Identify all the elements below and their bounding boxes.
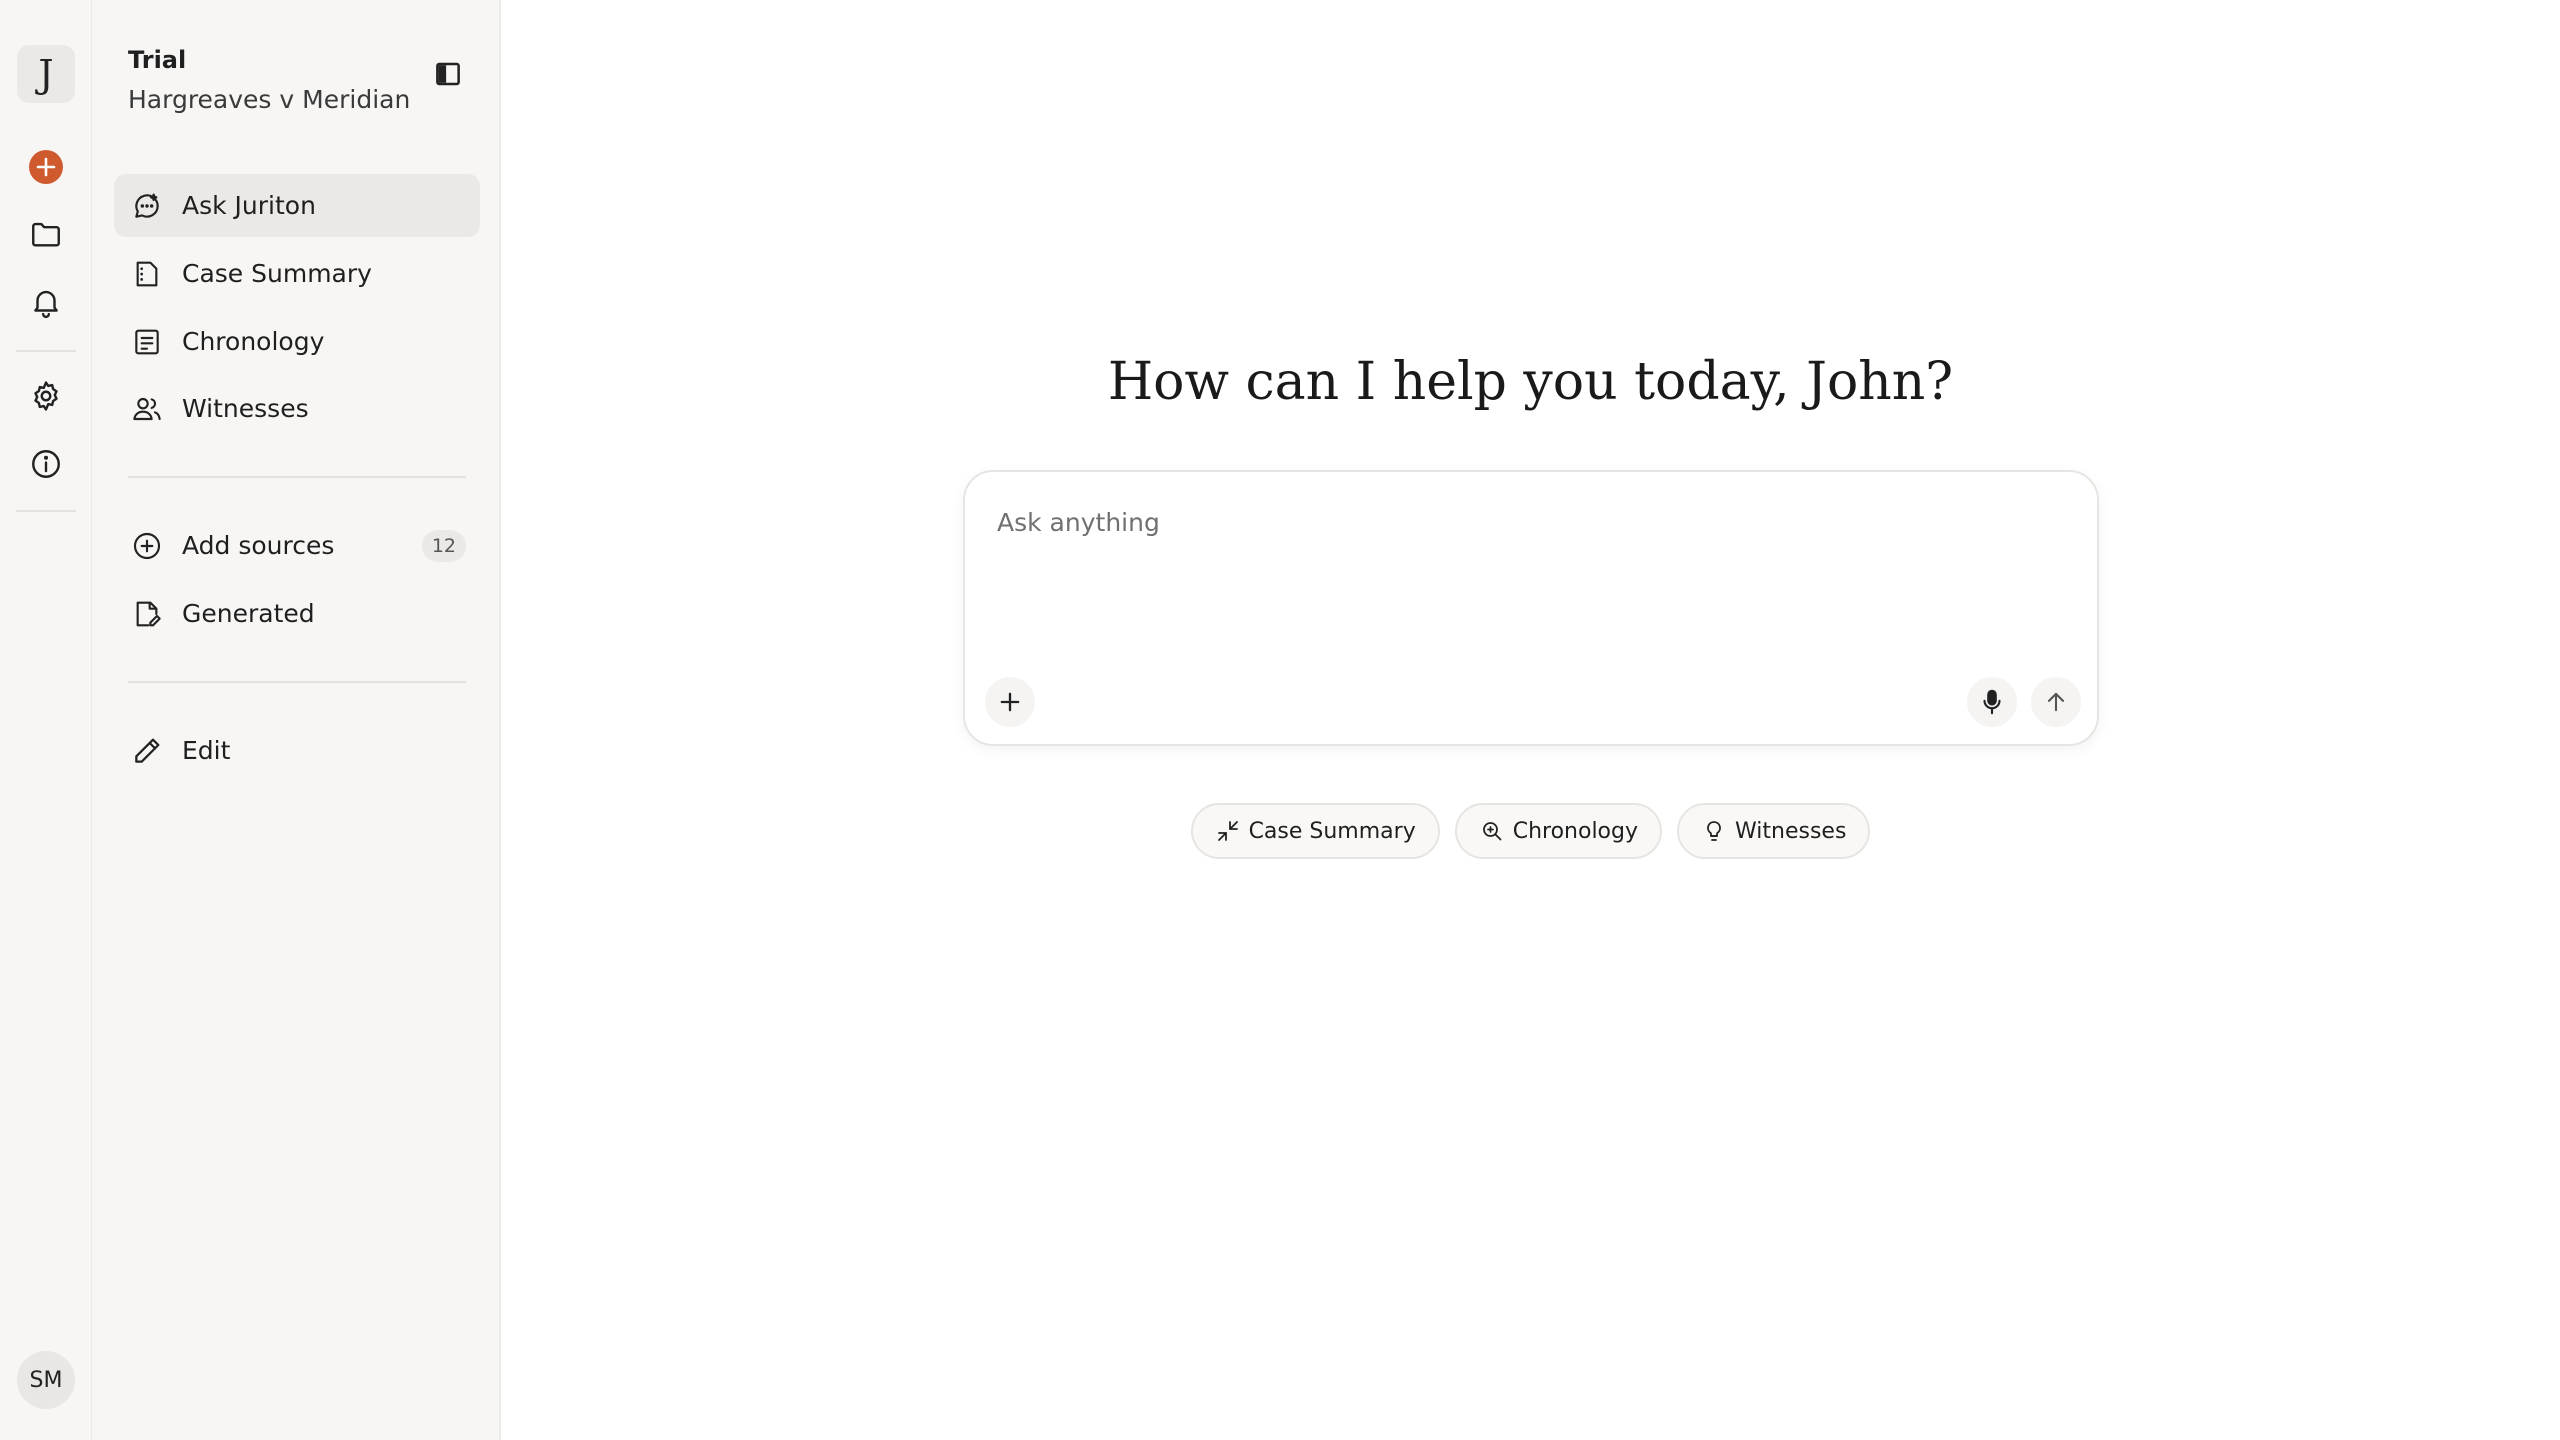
compress-icon <box>1215 818 1241 844</box>
attach-button[interactable] <box>985 677 1035 727</box>
nav-item-case-summary[interactable]: Case Summary <box>114 242 480 305</box>
document-icon <box>130 257 164 291</box>
user-avatar[interactable]: SM <box>17 1351 75 1409</box>
voice-input-button[interactable] <box>1967 677 2017 727</box>
project-name: Hargreaves v Meridian <box>128 85 411 114</box>
chat-icon <box>130 189 164 223</box>
settings-button[interactable] <box>22 372 70 420</box>
chip-label: Witnesses <box>1735 818 1847 844</box>
nav-item-label: Witnesses <box>182 394 309 423</box>
project-type-label: Trial <box>128 46 187 74</box>
folder-icon <box>29 217 63 251</box>
chat-input[interactable] <box>997 508 2057 638</box>
rail-divider <box>16 510 76 512</box>
icon-rail: J SM <box>0 0 92 1440</box>
panel-divider <box>128 476 466 478</box>
nav-item-label: Case Summary <box>182 259 372 288</box>
rail-divider <box>16 350 76 352</box>
nav-item-label: Generated <box>182 599 315 628</box>
gear-icon <box>29 379 63 413</box>
bell-icon <box>29 285 63 319</box>
chip-label: Chronology <box>1512 818 1639 844</box>
info-button[interactable] <box>22 440 70 488</box>
project-panel: Trial Hargreaves v Meridian Ask Juriton … <box>92 0 501 1440</box>
arrow-up-icon <box>2042 688 2070 716</box>
new-chat-button[interactable] <box>22 143 70 191</box>
nav-item-generated[interactable]: Generated <box>114 582 480 645</box>
chip-label: Case Summary <box>1248 818 1416 844</box>
nav-item-label: Chronology <box>182 327 325 356</box>
chip-case-summary[interactable]: Case Summary <box>1190 803 1440 859</box>
nav-item-ask-juriton[interactable]: Ask Juriton <box>114 174 480 237</box>
plus-icon <box>996 688 1024 716</box>
chat-composer <box>963 470 2099 746</box>
users-icon <box>130 392 164 426</box>
plus-icon <box>28 149 64 185</box>
avatar-initials: SM <box>29 1367 63 1393</box>
info-icon <box>29 447 63 481</box>
panel-divider <box>128 681 466 683</box>
list-icon <box>130 325 164 359</box>
file-edit-icon <box>130 597 164 631</box>
plus-circle-icon <box>130 529 164 563</box>
logo-letter: J <box>38 52 54 96</box>
search-zoom-icon <box>1479 818 1505 844</box>
greeting-heading: How can I help you today, John? <box>1107 352 1954 412</box>
nav-item-label: Add sources <box>182 531 335 560</box>
nav-item-chronology[interactable]: Chronology <box>114 310 480 373</box>
send-button[interactable] <box>2031 677 2081 727</box>
sources-count-badge: 12 <box>421 530 466 562</box>
nav-item-witnesses[interactable]: Witnesses <box>114 377 480 440</box>
nav-item-label: Edit <box>182 736 231 765</box>
chat-main: How can I help you today, John? Case Sum… <box>501 0 2560 1440</box>
edit-button[interactable]: Edit <box>114 719 480 782</box>
sidebar-toggle-icon <box>433 59 463 89</box>
folders-button[interactable] <box>22 210 70 258</box>
lightbulb-icon <box>1701 818 1727 844</box>
chip-witnesses[interactable]: Witnesses <box>1677 803 1871 859</box>
notifications-button[interactable] <box>22 278 70 326</box>
app-logo[interactable]: J <box>17 45 75 103</box>
collapse-sidebar-button[interactable] <box>428 54 468 94</box>
nav-item-label: Ask Juriton <box>182 191 316 220</box>
pencil-icon <box>130 734 164 768</box>
suggestion-chips: Case Summary Chronology Witnesses <box>501 803 2560 859</box>
add-sources-button[interactable]: Add sources 12 <box>114 514 480 577</box>
microphone-icon <box>1977 687 2007 717</box>
chip-chronology[interactable]: Chronology <box>1454 803 1663 859</box>
